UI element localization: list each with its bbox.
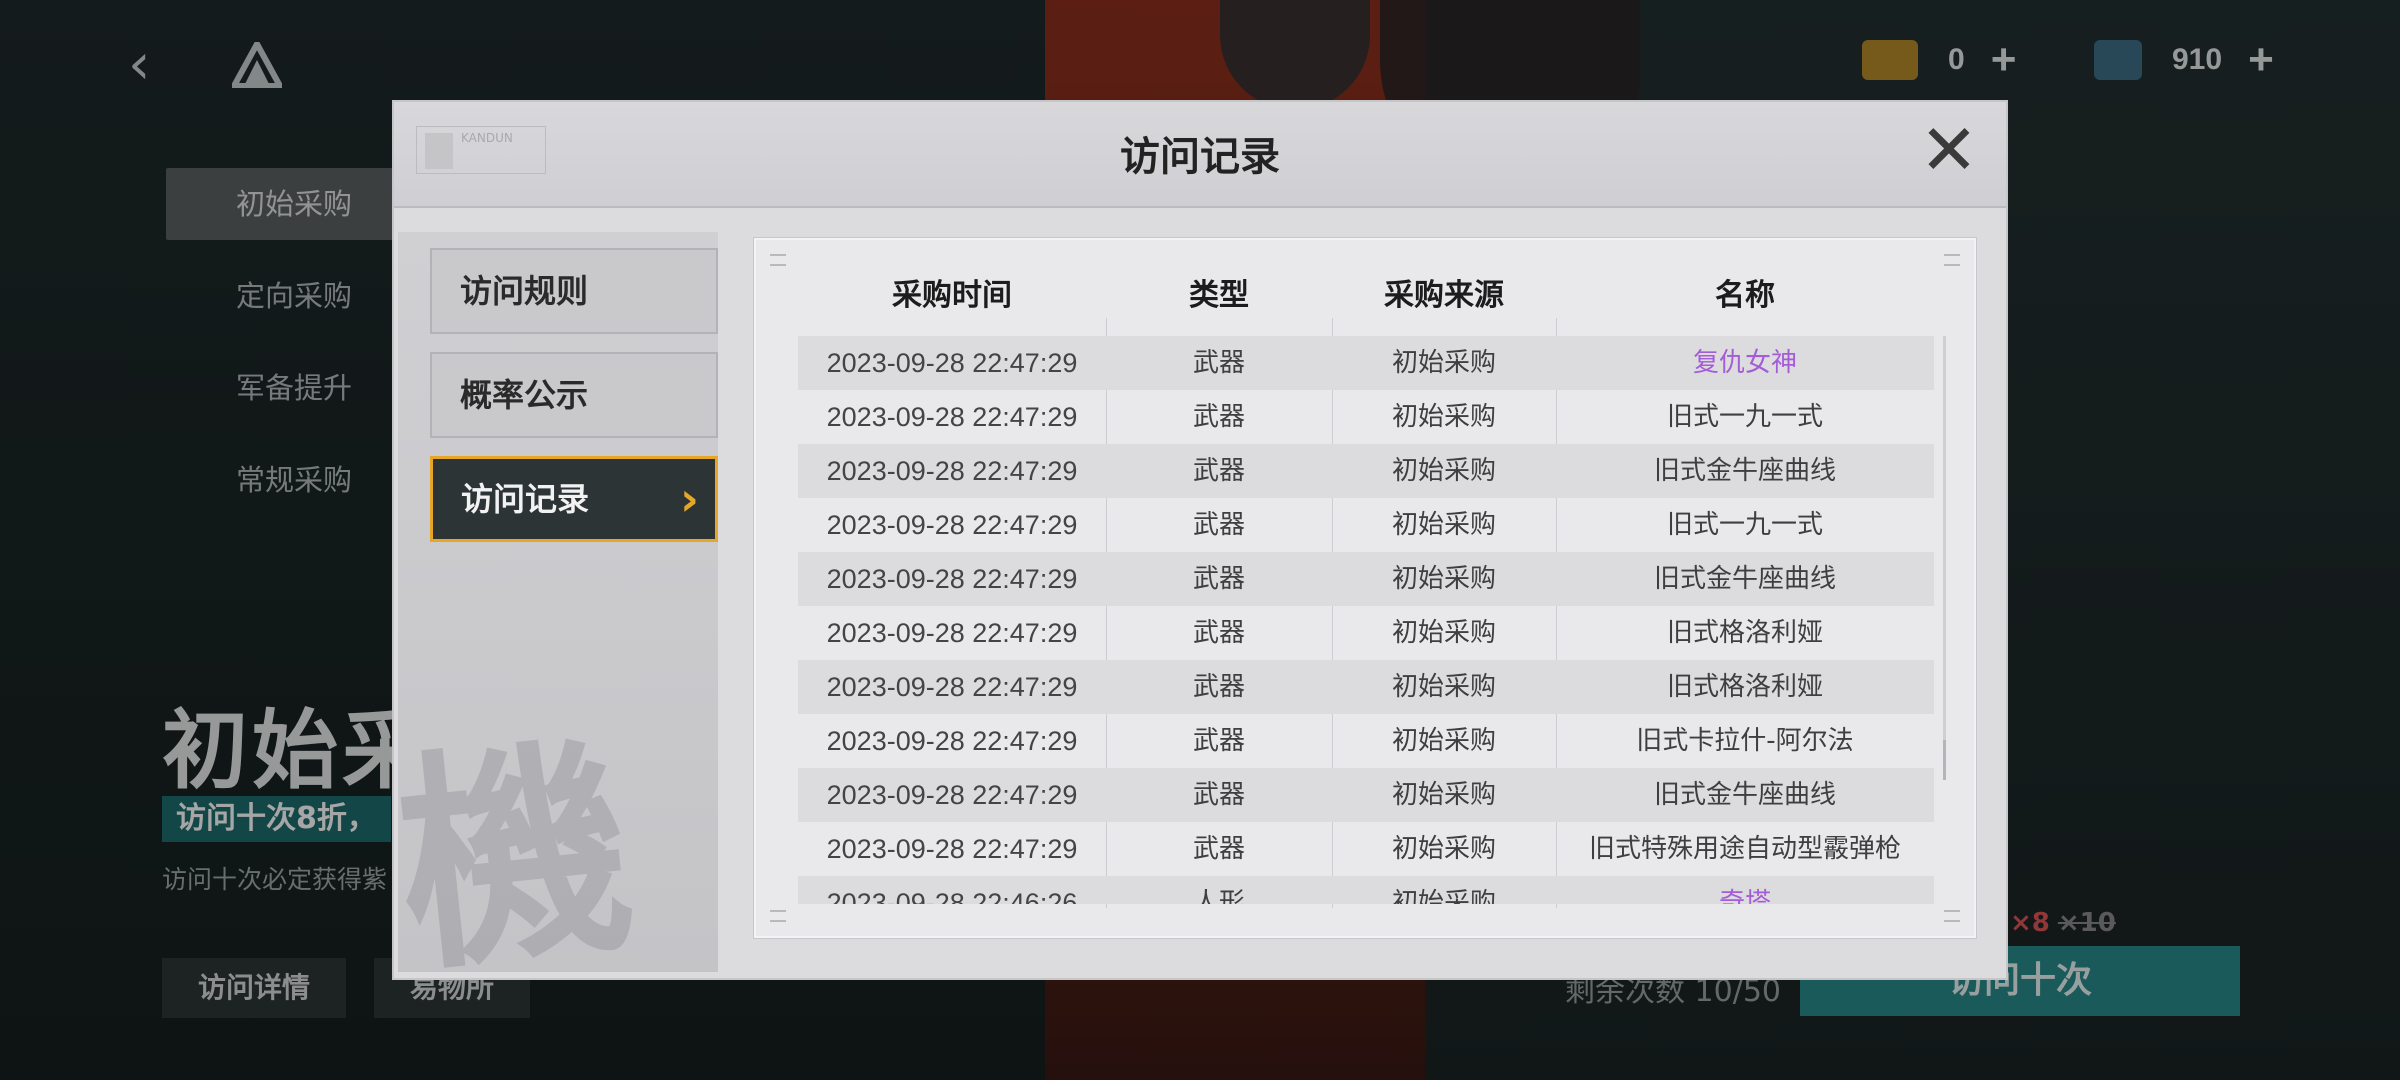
scrollbar[interactable] [1943, 336, 1946, 780]
cell-type: 武器 [1192, 618, 1245, 648]
chevron-right-icon: › [680, 472, 699, 526]
cell-type: 武器 [1192, 348, 1245, 378]
cell-type: 武器 [1192, 456, 1245, 486]
table-header: 采购时间 类型 采购来源 名称 [798, 270, 1934, 316]
cell-name: 旧式金牛座曲线 [1653, 564, 1836, 594]
table-row: 2023-09-28 22:46:26 人形 初始采购 奇塔 [798, 876, 1934, 904]
cell-type: 武器 [1192, 834, 1245, 864]
cell-source: 初始采购 [1391, 402, 1496, 432]
visit-record-modal: KANDUN 访问记录 ✕ 機 访问规则 概率公示 访问记录 › 采购时间 类型… [392, 100, 2008, 980]
cell-source: 初始采购 [1391, 618, 1496, 648]
cell-type: 武器 [1192, 402, 1245, 432]
cell-name: 旧式格洛利娅 [1666, 618, 1823, 648]
cell-type: 人形 [1192, 888, 1245, 904]
cell-type: 武器 [1192, 564, 1245, 594]
close-icon[interactable]: ✕ [1918, 115, 1980, 185]
cell-time: 2023-09-28 22:47:29 [826, 834, 1078, 864]
cell-time: 2023-09-28 22:46:26 [826, 888, 1078, 904]
table-row: 2023-09-28 22:47:29 武器 初始采购 旧式卡拉什-阿尔法 [798, 714, 1934, 768]
table-row: 2023-09-28 22:47:29 武器 初始采购 旧式格洛利娅 [798, 660, 1934, 714]
cell-time: 2023-09-28 22:47:29 [826, 402, 1078, 432]
cell-source: 初始采购 [1391, 672, 1496, 702]
tab-visit-record[interactable]: 访问记录 › [430, 456, 718, 542]
cell-time: 2023-09-28 22:47:29 [826, 780, 1078, 810]
record-table-panel: 采购时间 类型 采购来源 名称 2023-09-28 22:47:29 武器 初始采… [754, 238, 1976, 938]
cell-type: 武器 [1192, 510, 1245, 540]
cell-time: 2023-09-28 22:47:29 [826, 456, 1078, 486]
cell-time: 2023-09-28 22:47:29 [826, 510, 1078, 540]
cell-time: 2023-09-28 22:47:29 [826, 618, 1078, 648]
table-row: 2023-09-28 22:47:29 武器 初始采购 旧式特殊用途自动型霰弹枪 [798, 822, 1934, 876]
cell-time: 2023-09-28 22:47:29 [826, 564, 1078, 594]
table-row: 2023-09-28 22:47:29 武器 初始采购 旧式金牛座曲线 [798, 768, 1934, 822]
watermark-character: 機 [398, 711, 644, 972]
cell-source: 初始采购 [1391, 510, 1496, 540]
header-source: 采购来源 [1384, 278, 1504, 313]
cell-name: 旧式一九一式 [1666, 510, 1823, 540]
cell-type: 武器 [1192, 780, 1245, 810]
cell-name: 旧式卡拉什-阿尔法 [1636, 726, 1854, 756]
cell-name: 旧式金牛座曲线 [1653, 780, 1836, 810]
header-time: 采购时间 [892, 278, 1012, 313]
header-type: 类型 [1189, 278, 1249, 313]
cell-name: 旧式金牛座曲线 [1653, 456, 1836, 486]
cell-source: 初始采购 [1391, 834, 1496, 864]
cell-name: 复仇女神 [1692, 348, 1797, 378]
table-row: 2023-09-28 22:47:29 武器 初始采购 复仇女神 [798, 336, 1934, 390]
cell-time: 2023-09-28 22:47:29 [826, 726, 1078, 756]
table-row: 2023-09-28 22:47:29 武器 初始采购 旧式格洛利娅 [798, 606, 1934, 660]
tab-visit-rules[interactable]: 访问规则 [430, 248, 718, 334]
scrollbar-thumb[interactable] [1943, 740, 1946, 780]
table-row: 2023-09-28 22:47:29 武器 初始采购 旧式一九一式 [798, 390, 1934, 444]
table-row: 2023-09-28 22:47:29 武器 初始采购 旧式金牛座曲线 [798, 552, 1934, 606]
modal-title: 访问记录 [1120, 134, 1280, 180]
tab-probability[interactable]: 概率公示 [430, 352, 718, 438]
modal-header: KANDUN 访问记录 ✕ [394, 102, 2006, 208]
cell-type: 武器 [1192, 726, 1245, 756]
cell-source: 初始采购 [1391, 888, 1496, 904]
modal-sidebar: 機 [398, 232, 718, 972]
table-row: 2023-09-28 22:47:29 武器 初始采购 旧式金牛座曲线 [798, 444, 1934, 498]
header-name: 名称 [1715, 278, 1775, 313]
cell-name: 奇塔 [1718, 888, 1771, 904]
cell-source: 初始采购 [1391, 456, 1496, 486]
cell-name: 旧式一九一式 [1666, 402, 1823, 432]
cell-source: 初始采购 [1391, 564, 1496, 594]
cell-source: 初始采购 [1391, 780, 1496, 810]
cell-name: 旧式格洛利娅 [1666, 672, 1823, 702]
table-row: 2023-09-28 22:47:29 武器 初始采购 旧式一九一式 [798, 498, 1934, 552]
cell-time: 2023-09-28 22:47:29 [826, 348, 1078, 378]
cell-type: 武器 [1192, 672, 1245, 702]
cell-source: 初始采购 [1391, 726, 1496, 756]
cell-name: 旧式特殊用途自动型霰弹枪 [1588, 834, 1901, 864]
cell-source: 初始采购 [1391, 348, 1496, 378]
record-list[interactable]: 2023-09-28 22:47:29 武器 初始采购 复仇女神 2023-09-28 … [798, 336, 1934, 904]
cell-time: 2023-09-28 22:47:29 [826, 672, 1078, 702]
